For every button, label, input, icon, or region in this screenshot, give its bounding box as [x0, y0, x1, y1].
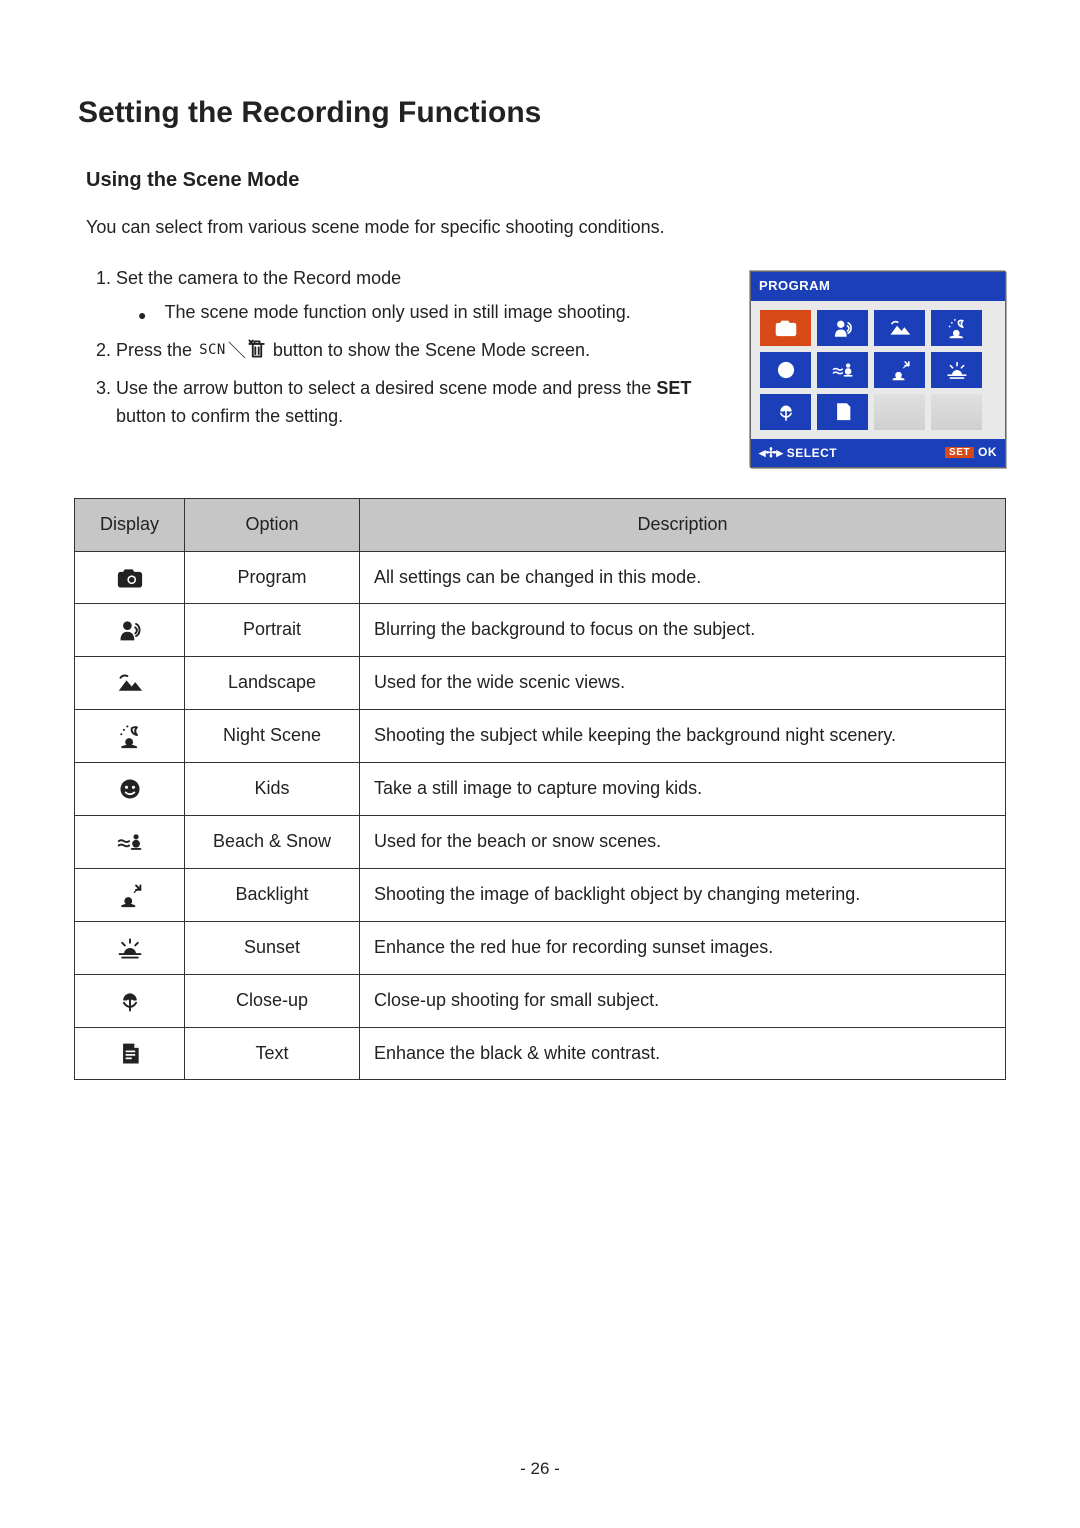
table-row: Night Scene Shooting the subject while k…: [75, 710, 1006, 763]
steps-list: Set the camera to the Record mode ● The …: [86, 265, 730, 440]
figure-set-pill: SET: [945, 447, 974, 458]
fig-icon-beachsnow: [817, 352, 868, 388]
table-row: Sunset Enhance the red hue for recording…: [75, 921, 1006, 974]
figure-ok-label: OK: [978, 445, 997, 459]
cell-option: Portrait: [185, 604, 360, 657]
cell-option: Backlight: [185, 868, 360, 921]
th-display: Display: [75, 498, 185, 551]
step-1-bullet-text: The scene mode function only used in sti…: [164, 299, 630, 327]
table-row: Landscape Used for the wide scenic views…: [75, 657, 1006, 710]
cell-desc: Enhance the red hue for recording sunset…: [360, 921, 1006, 974]
fig-icon-text: [817, 394, 868, 430]
table-row: Kids Take a still image to capture movin…: [75, 763, 1006, 816]
cell-option: Landscape: [185, 657, 360, 710]
step-2-text-b: button to show the Scene Mode screen.: [273, 340, 590, 360]
table-row: Beach & Snow Used for the beach or snow …: [75, 816, 1006, 869]
fig-icon-kids: [760, 352, 811, 388]
scn-divider: ＼: [228, 341, 246, 361]
fig-icon-backlight: [874, 352, 925, 388]
icon-landscape: [75, 657, 185, 710]
cell-desc: Enhance the black & white contrast.: [360, 1027, 1006, 1080]
cell-option: Text: [185, 1027, 360, 1080]
step-2-text-a: Press the: [116, 340, 192, 360]
step-3: Use the arrow button to select a desired…: [116, 375, 730, 431]
icon-sunset: [75, 921, 185, 974]
icon-closeup: [75, 974, 185, 1027]
cell-option: Kids: [185, 763, 360, 816]
cell-desc: Blurring the background to focus on the …: [360, 604, 1006, 657]
fig-cell-empty: [931, 394, 982, 430]
cell-desc: Used for the wide scenic views.: [360, 657, 1006, 710]
th-description: Description: [360, 498, 1006, 551]
fig-icon-closeup: [760, 394, 811, 430]
cell-option: Beach & Snow: [185, 816, 360, 869]
step-1: Set the camera to the Record mode ● The …: [116, 265, 730, 327]
table-row: Close-up Close-up shooting for small sub…: [75, 974, 1006, 1027]
page-number: - 26 -: [0, 1456, 1080, 1482]
step-1-text: Set the camera to the Record mode: [116, 268, 401, 288]
arrows-icon: ◂✢▸: [759, 445, 783, 460]
icon-backlight: [75, 868, 185, 921]
figure-footer-select: ◂✢▸ SELECT: [759, 443, 837, 463]
cell-desc: All settings can be changed in this mode…: [360, 551, 1006, 604]
cell-option: Sunset: [185, 921, 360, 974]
figure-footer-ok: SET OK: [945, 443, 997, 463]
icon-kids: [75, 763, 185, 816]
bullet-icon: ●: [138, 305, 146, 327]
icon-portrait: [75, 604, 185, 657]
cell-option: Program: [185, 551, 360, 604]
cell-option: Night Scene: [185, 710, 360, 763]
step-2: Press the SCN＼ button to show the Scene …: [116, 337, 730, 365]
scn-label: SCN: [199, 342, 226, 358]
step-3-text-b: button to confirm the setting.: [116, 406, 343, 426]
fig-icon-portrait: [817, 310, 868, 346]
fig-cell-empty: [874, 394, 925, 430]
table-row: Backlight Shooting the image of backligh…: [75, 868, 1006, 921]
step-3-text-a: Use the arrow button to select a desired…: [116, 378, 651, 398]
page-title: Setting the Recording Functions: [78, 90, 1006, 137]
table-row: Portrait Blurring the background to focu…: [75, 604, 1006, 657]
cell-option: Close-up: [185, 974, 360, 1027]
icon-text: [75, 1027, 185, 1080]
fig-icon-nightscene: [931, 310, 982, 346]
cell-desc: Take a still image to capture moving kid…: [360, 763, 1006, 816]
fig-icon-sunset: [931, 352, 982, 388]
icon-program: [75, 551, 185, 604]
scene-mode-figure: PROGRAM: [750, 271, 1006, 467]
cell-desc: Shooting the image of backlight object b…: [360, 868, 1006, 921]
th-option: Option: [185, 498, 360, 551]
scene-modes-table: Display Option Description Program All s…: [74, 498, 1006, 1081]
intro-text: You can select from various scene mode f…: [86, 214, 1006, 242]
table-row: Program All settings can be changed in t…: [75, 551, 1006, 604]
icon-beachsnow: [75, 816, 185, 869]
set-button-label: SET: [656, 378, 691, 398]
section-subtitle: Using the Scene Mode: [86, 165, 1006, 196]
cell-desc: Close-up shooting for small subject.: [360, 974, 1006, 1027]
cell-desc: Shooting the subject while keeping the b…: [360, 710, 1006, 763]
figure-select-label: SELECT: [787, 446, 837, 460]
figure-title: PROGRAM: [751, 272, 1005, 300]
cell-desc: Used for the beach or snow scenes.: [360, 816, 1006, 869]
fig-icon-landscape: [874, 310, 925, 346]
trash-icon: [246, 340, 268, 360]
table-row: Text Enhance the black & white contrast.: [75, 1027, 1006, 1080]
icon-nightscene: [75, 710, 185, 763]
fig-icon-program: [760, 310, 811, 346]
